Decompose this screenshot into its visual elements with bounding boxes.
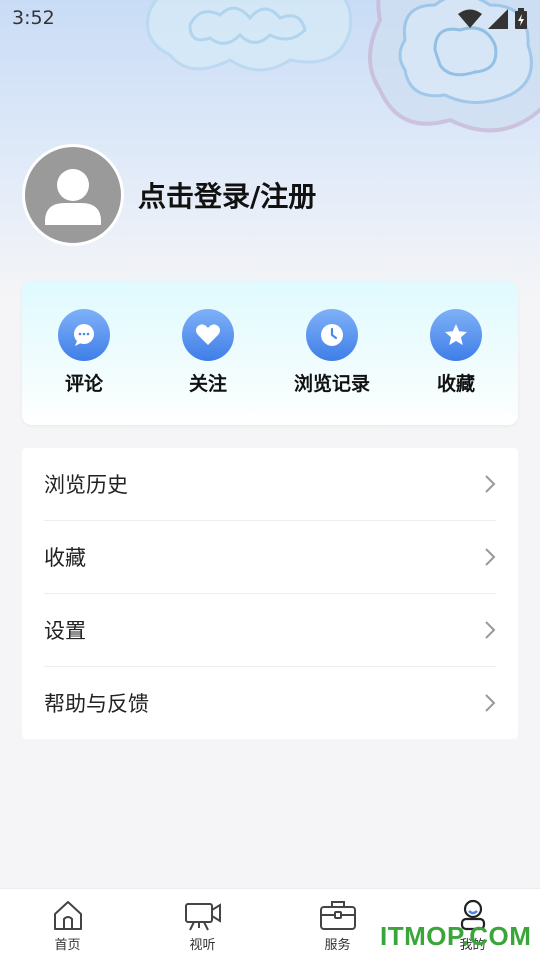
menu-item-settings[interactable]: 设置 <box>44 594 496 667</box>
chevron-right-icon <box>485 475 496 493</box>
tab-label: 服务 <box>324 937 351 953</box>
clock-icon <box>306 309 358 361</box>
user-avatar-icon <box>45 169 101 225</box>
tab-label: 首页 <box>54 937 81 953</box>
tab-label: 视听 <box>189 937 216 953</box>
avatar[interactable] <box>22 144 124 246</box>
chevron-right-icon <box>485 548 496 566</box>
quick-action-comment[interactable]: 评论 <box>22 281 146 425</box>
quick-action-history[interactable]: 浏览记录 <box>270 281 394 425</box>
quick-action-label: 收藏 <box>436 373 475 395</box>
status-icons <box>458 8 528 30</box>
tab-audiovisual[interactable]: 视听 <box>135 889 270 961</box>
menu-item-help-feedback[interactable]: 帮助与反馈 <box>44 667 496 739</box>
quick-action-label: 评论 <box>64 373 103 395</box>
quick-action-follow[interactable]: 关注 <box>146 281 270 425</box>
star-icon <box>430 309 482 361</box>
menu-item-label: 浏览历史 <box>44 473 128 497</box>
battery-icon <box>515 8 527 29</box>
status-bar: 3:52 <box>0 0 540 38</box>
heart-icon <box>182 309 234 361</box>
video-camera-icon <box>184 902 221 930</box>
profile-header[interactable]: 点击登录/注册 <box>22 144 316 246</box>
menu-list: 浏览历史 收藏 设置 帮助与反馈 <box>22 448 518 739</box>
watermark: ITMOP.COM <box>380 921 532 951</box>
home-icon <box>53 900 82 930</box>
menu-item-label: 帮助与反馈 <box>44 692 149 716</box>
signal-icon <box>488 9 508 29</box>
menu-item-favorites[interactable]: 收藏 <box>44 521 496 594</box>
menu-item-label: 收藏 <box>44 546 86 570</box>
quick-actions-card: 评论 关注 浏览记录 收藏 <box>22 281 518 425</box>
chevron-right-icon <box>485 621 496 639</box>
briefcase-icon <box>319 900 356 930</box>
tab-home[interactable]: 首页 <box>0 889 135 961</box>
quick-action-label: 关注 <box>188 373 227 395</box>
comment-icon <box>58 309 110 361</box>
wifi-icon <box>458 9 482 28</box>
status-time: 3:52 <box>12 7 55 29</box>
quick-action-label: 浏览记录 <box>293 373 370 395</box>
chevron-right-icon <box>485 694 496 712</box>
menu-item-label: 设置 <box>44 619 86 643</box>
login-register-link[interactable]: 点击登录/注册 <box>138 175 316 215</box>
menu-item-browse-history[interactable]: 浏览历史 <box>44 448 496 521</box>
quick-action-favorite[interactable]: 收藏 <box>394 281 518 425</box>
